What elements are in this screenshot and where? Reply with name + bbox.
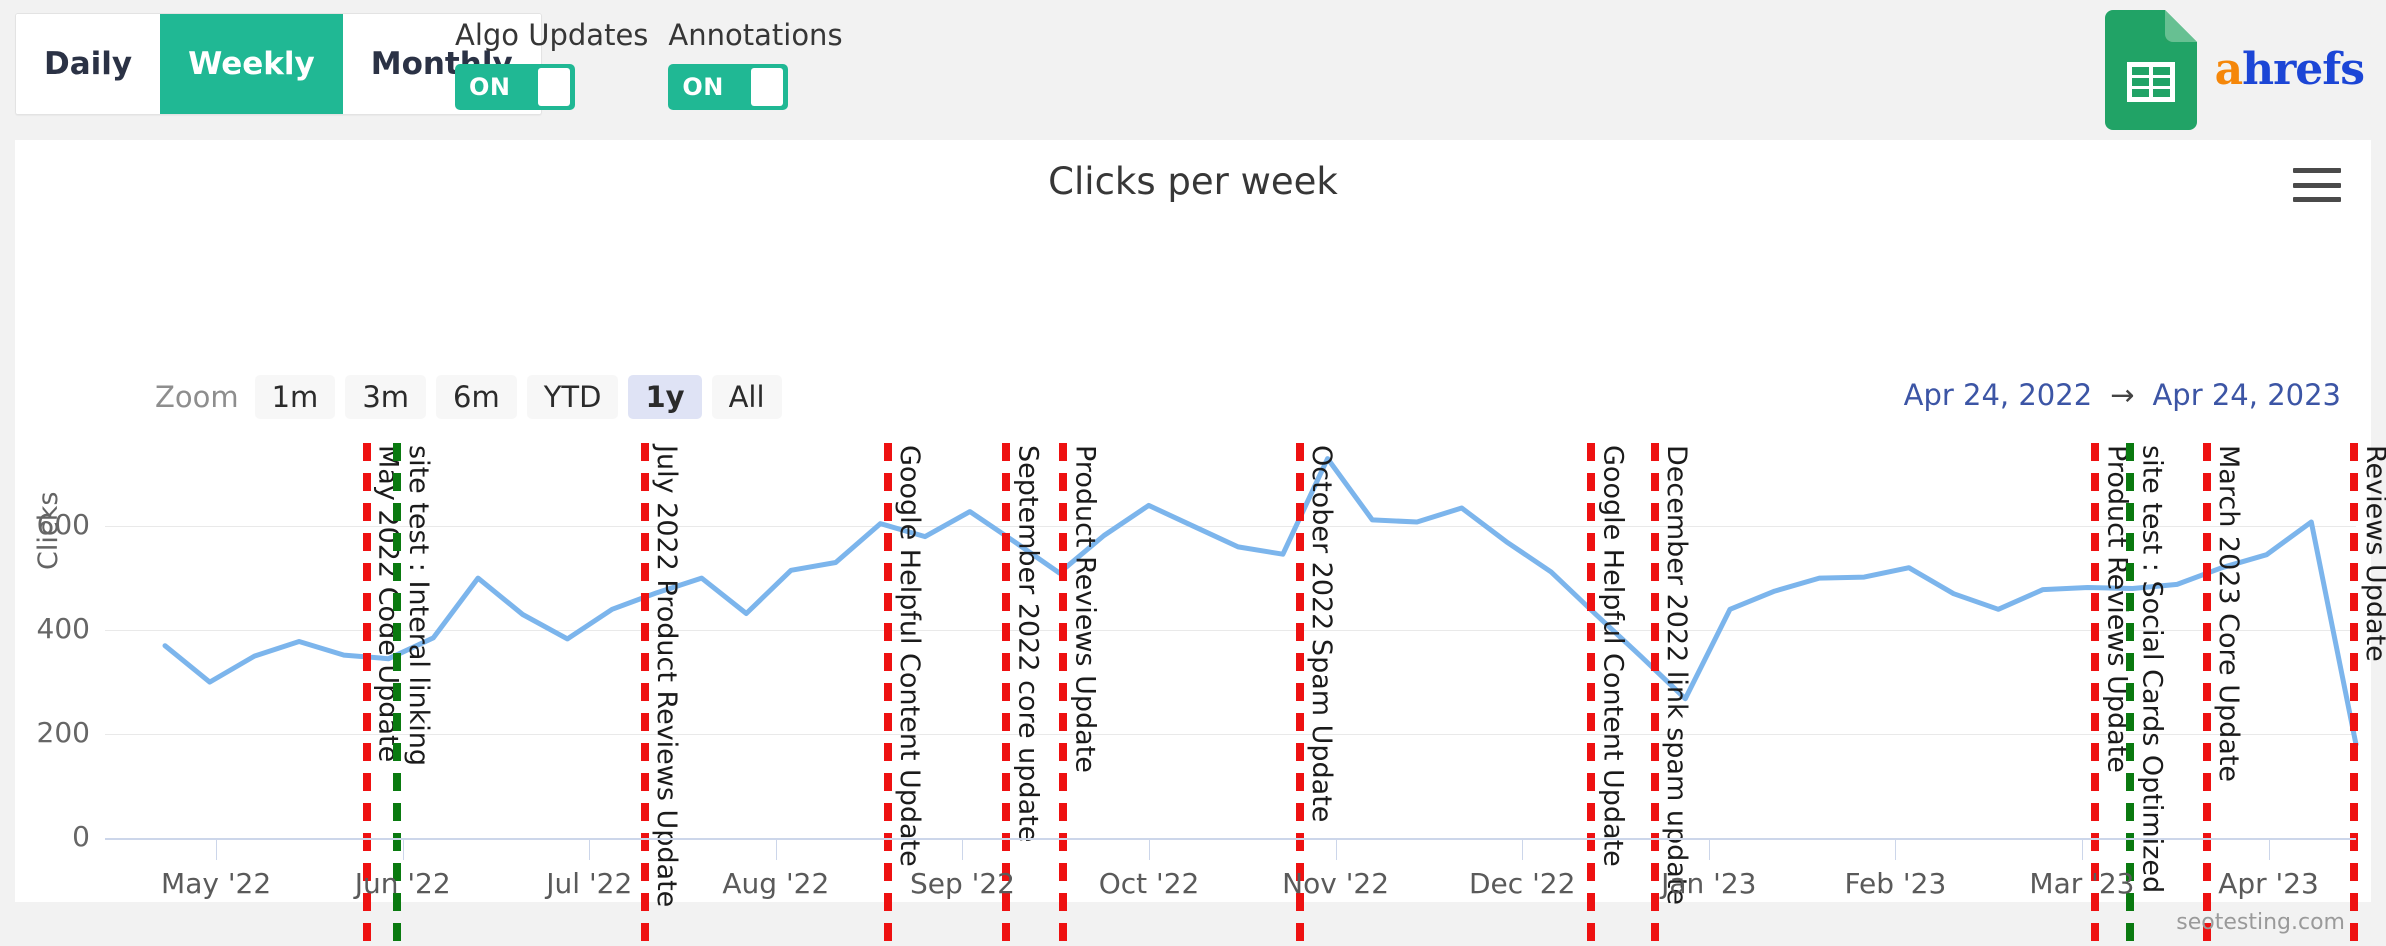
x-axis-tick: [1149, 838, 1151, 860]
x-axis-tick-label: Jul '22: [546, 867, 633, 900]
annotation-label: site test : Social Cards Optimized: [2136, 445, 2168, 894]
toggle-group-2: Annotations ON: [668, 18, 843, 110]
annotation-line: [884, 443, 893, 946]
annotation-label: Google Helpful Content Update: [1597, 445, 1629, 867]
toggle-label: Annotations: [668, 18, 843, 52]
x-axis-tick-label: Sep '22: [909, 867, 1015, 900]
toggle-state-text: ON: [682, 73, 724, 101]
y-axis-tick-label: 200: [36, 716, 90, 750]
toggle-group-1: Algo Updates ON: [455, 18, 648, 110]
x-axis-tick: [962, 838, 964, 860]
x-axis-tick: [402, 838, 404, 860]
toggle-switch-annotations[interactable]: ON: [668, 64, 789, 110]
x-axis-tick-label: Dec '22: [1468, 867, 1576, 900]
google-sheets-icon: [2104, 10, 2197, 130]
clicks-line-chart[interactable]: Clicks 0 200 400 600 May 2022 Code Update si…: [15, 140, 2386, 946]
x-axis-tick-label: Oct '22: [1098, 867, 1200, 900]
annotation-line: [1650, 443, 1659, 946]
x-axis-tick-label: May '22: [161, 867, 272, 900]
gridline: [105, 630, 2356, 632]
y-axis-tick-label: 600: [36, 508, 90, 542]
x-axis-tick-label: Jan '23: [1661, 867, 1757, 900]
annotation-line: [2349, 443, 2358, 946]
granularity-button-weekly[interactable]: Weekly: [160, 14, 343, 114]
annotation-label: Google Helpful Content Update: [894, 445, 926, 867]
y-axis-tick-label: 0: [72, 820, 90, 853]
annotation-line: [1059, 443, 1068, 946]
toggle-knob: [538, 68, 570, 106]
app-root: Daily Weekly Monthly Algo Updates ON Annotat…: [0, 0, 2386, 946]
x-axis-tick: [216, 838, 218, 860]
toggle-state-text: ON: [469, 73, 511, 101]
granularity-button-daily[interactable]: Daily: [16, 14, 161, 114]
x-axis-tick-label: Jun '22: [354, 867, 451, 900]
y-axis-tick-label: 400: [36, 612, 90, 646]
x-axis-tick: [1335, 838, 1337, 860]
annotation-line: [1587, 443, 1596, 946]
toggle-knob: [751, 68, 784, 106]
ahrefs-letters-rest: hrefs: [2242, 44, 2365, 95]
annotation-label: March 2023 Core Update: [2213, 445, 2244, 783]
annotation-label: Product Reviews Update: [1069, 445, 1101, 773]
toolbar: Daily Weekly Monthly Algo Updates ON Annotat…: [0, 0, 2386, 140]
gridline: [105, 526, 2356, 528]
x-axis-tick: [589, 838, 591, 860]
annotation-label: Reviews Update: [2359, 445, 2386, 662]
annotation-label: September 2022 core update: [1012, 445, 1044, 843]
x-axis-tick-label: Aug '22: [722, 867, 830, 900]
x-axis-tick: [1708, 838, 1710, 860]
x-axis-line: [105, 838, 2356, 840]
gridline: [105, 734, 2356, 736]
annotation-label: October 2022 Spam Update: [1305, 445, 1337, 823]
x-axis-tick: [1522, 838, 1524, 860]
x-axis-tick: [2268, 838, 2270, 860]
annotation-label: December 2022 link spam update: [1660, 445, 1692, 905]
ahrefs-wordmark: ahrefs: [2215, 48, 2365, 92]
x-axis-tick-label: Apr '23: [2218, 867, 2319, 900]
x-axis-tick-label: Nov '22: [1282, 867, 1390, 900]
x-axis-tick: [2081, 838, 2083, 860]
annotation-line: [2203, 443, 2211, 946]
annotation-label: site test : Interal linking: [403, 445, 435, 766]
toggle-label: Algo Updates: [455, 18, 649, 52]
toggle-group: Algo Updates ON Annotations ON: [455, 18, 843, 110]
watermark: seotesting.com: [2176, 910, 2345, 935]
x-axis-tick: [775, 838, 777, 860]
chart-card: Clicks per week Zoom 1m 3m 6m YTD 1y All Apr …: [15, 140, 2386, 946]
annotation-line: [640, 443, 649, 946]
x-axis-tick-label: Mar '23: [2029, 867, 2135, 900]
x-axis-tick-label: Feb '23: [1844, 867, 1947, 900]
brand-logos: ahrefs: [2104, 10, 2365, 130]
toggle-switch-algo-updates[interactable]: ON: [455, 64, 575, 110]
x-axis-tick: [1895, 838, 1897, 860]
ahrefs-letter-a: a: [2214, 44, 2243, 95]
